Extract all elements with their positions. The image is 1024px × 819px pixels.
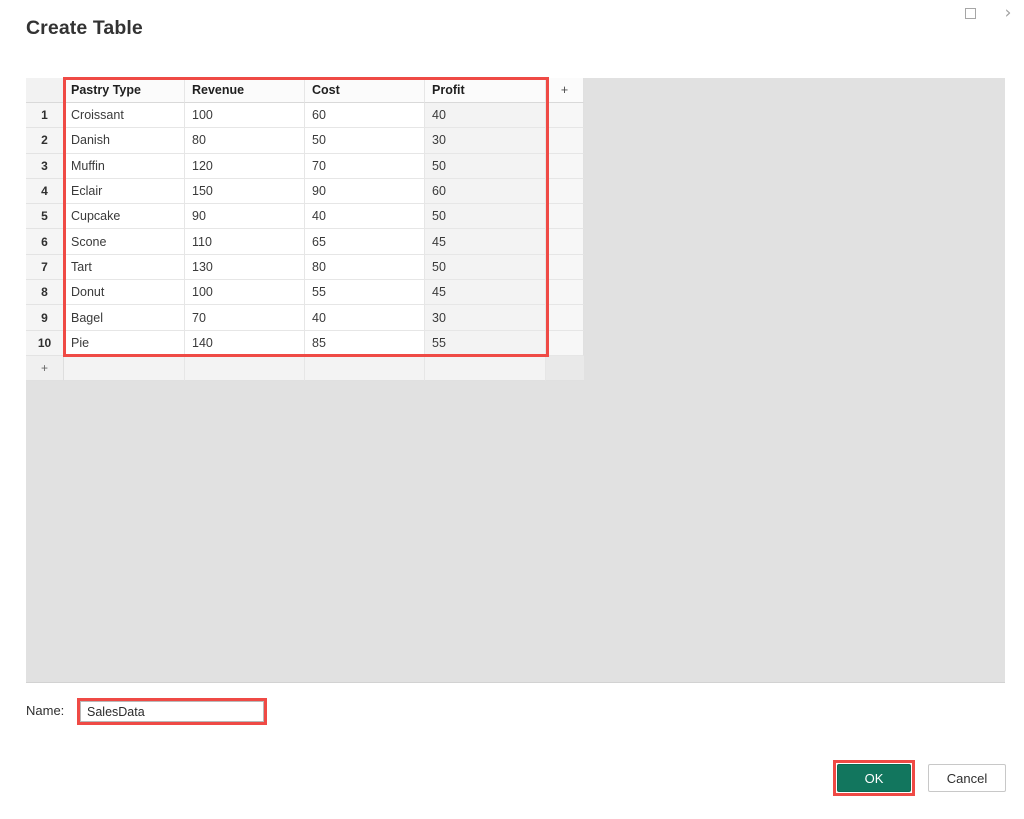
row-spacer (546, 204, 584, 230)
table-row[interactable]: 7 Tart 130 80 50 (26, 254, 584, 281)
row-number: 4 (26, 178, 64, 205)
table-row[interactable]: 3 Muffin 120 70 50 (26, 153, 584, 179)
window-controls: › (960, 0, 1018, 26)
row-spacer (546, 103, 584, 129)
cell-revenue[interactable]: 120 (185, 153, 305, 179)
create-table-dialog: › Create Table Pastry Type Revenue Cost … (0, 0, 1024, 819)
row-number: 3 (26, 153, 64, 179)
cell-cost[interactable]: 85 (305, 330, 425, 356)
column-header-profit[interactable]: Profit (425, 78, 546, 103)
cell-profit[interactable]: 45 (425, 229, 546, 255)
row-number-header (26, 78, 64, 103)
maximize-glyph (964, 7, 976, 19)
cell-cost[interactable]: 40 (305, 204, 425, 230)
cancel-button[interactable]: Cancel (928, 764, 1006, 792)
cell-profit[interactable]: 45 (425, 280, 546, 306)
cell-profit[interactable]: 50 (425, 153, 546, 179)
column-header-revenue[interactable]: Revenue (185, 78, 305, 103)
row-spacer (546, 254, 584, 281)
table-row[interactable]: 10 Pie 140 85 55 (26, 330, 584, 356)
row-spacer (546, 153, 584, 179)
cell-revenue[interactable]: 70 (185, 305, 305, 331)
table-row[interactable]: 5 Cupcake 90 40 50 (26, 204, 584, 230)
row-spacer (546, 229, 584, 255)
table-row[interactable]: 2 Danish 80 50 30 (26, 128, 584, 154)
add-column-button[interactable]: + (546, 78, 584, 103)
new-cell-pastry-type[interactable] (64, 355, 185, 382)
row-number: 6 (26, 229, 64, 255)
data-grid[interactable]: Pastry Type Revenue Cost Profit + 1 Croi… (26, 78, 584, 382)
row-number: 7 (26, 254, 64, 281)
cell-pastry-type[interactable]: Tart (64, 254, 185, 281)
row-spacer (546, 280, 584, 306)
cell-profit[interactable]: 60 (425, 178, 546, 205)
row-spacer (546, 305, 584, 331)
row-spacer (546, 128, 584, 154)
column-header-pastry-type[interactable]: Pastry Type (64, 78, 185, 103)
row-number: 8 (26, 280, 64, 306)
cell-revenue[interactable]: 80 (185, 128, 305, 154)
table-row[interactable]: 1 Croissant 100 60 40 (26, 103, 584, 129)
cell-pastry-type[interactable]: Pie (64, 330, 185, 356)
cell-profit[interactable]: 30 (425, 128, 546, 154)
new-cell-revenue[interactable] (185, 355, 305, 382)
cell-profit[interactable]: 50 (425, 254, 546, 281)
cell-pastry-type[interactable]: Danish (64, 128, 185, 154)
table-name-input[interactable] (80, 701, 264, 722)
row-spacer (546, 355, 584, 382)
cell-revenue[interactable]: 110 (185, 229, 305, 255)
cell-pastry-type[interactable]: Scone (64, 229, 185, 255)
new-cell-cost[interactable] (305, 355, 425, 382)
new-cell-profit[interactable] (425, 355, 546, 382)
row-number: 2 (26, 128, 64, 154)
table-row[interactable]: 9 Bagel 70 40 30 (26, 305, 584, 331)
row-number: 5 (26, 204, 64, 230)
cell-pastry-type[interactable]: Bagel (64, 305, 185, 331)
cell-profit[interactable]: 30 (425, 305, 546, 331)
column-header-cost[interactable]: Cost (305, 78, 425, 103)
cell-profit[interactable]: 55 (425, 330, 546, 356)
grid-header-row: Pastry Type Revenue Cost Profit + (26, 78, 584, 103)
cell-pastry-type[interactable]: Donut (64, 280, 185, 306)
cell-cost[interactable]: 65 (305, 229, 425, 255)
maximize-icon[interactable] (960, 3, 980, 23)
chevron-right-icon[interactable]: › (998, 3, 1018, 23)
table-row[interactable]: 6 Scone 110 65 45 (26, 229, 584, 255)
chevron-right-glyph: › (1004, 2, 1012, 23)
cell-cost[interactable]: 40 (305, 305, 425, 331)
row-number: 1 (26, 103, 64, 129)
name-label: Name: (26, 703, 65, 718)
cell-cost[interactable]: 70 (305, 153, 425, 179)
cell-revenue[interactable]: 130 (185, 254, 305, 281)
row-spacer (546, 330, 584, 356)
table-row[interactable]: 8 Donut 100 55 45 (26, 280, 584, 306)
cell-cost[interactable]: 90 (305, 178, 425, 205)
cell-pastry-type[interactable]: Eclair (64, 178, 185, 205)
cell-pastry-type[interactable]: Cupcake (64, 204, 185, 230)
cell-revenue[interactable]: 100 (185, 103, 305, 129)
cell-revenue[interactable]: 100 (185, 280, 305, 306)
row-number: 10 (26, 330, 64, 356)
ok-button[interactable]: OK (837, 764, 911, 792)
cell-revenue[interactable]: 150 (185, 178, 305, 205)
cell-revenue[interactable]: 90 (185, 204, 305, 230)
cell-revenue[interactable]: 140 (185, 330, 305, 356)
page-title: Create Table (26, 17, 143, 39)
cell-profit[interactable]: 40 (425, 103, 546, 129)
cell-cost[interactable]: 55 (305, 280, 425, 306)
cell-cost[interactable]: 60 (305, 103, 425, 129)
add-row[interactable]: + (26, 355, 584, 382)
cell-pastry-type[interactable]: Muffin (64, 153, 185, 179)
cell-profit[interactable]: 50 (425, 204, 546, 230)
table-row[interactable]: 4 Eclair 150 90 60 (26, 178, 584, 205)
cell-cost[interactable]: 50 (305, 128, 425, 154)
row-spacer (546, 178, 584, 205)
cell-cost[interactable]: 80 (305, 254, 425, 281)
row-number: 9 (26, 305, 64, 331)
cell-pastry-type[interactable]: Croissant (64, 103, 185, 129)
add-row-button[interactable]: + (26, 355, 64, 382)
